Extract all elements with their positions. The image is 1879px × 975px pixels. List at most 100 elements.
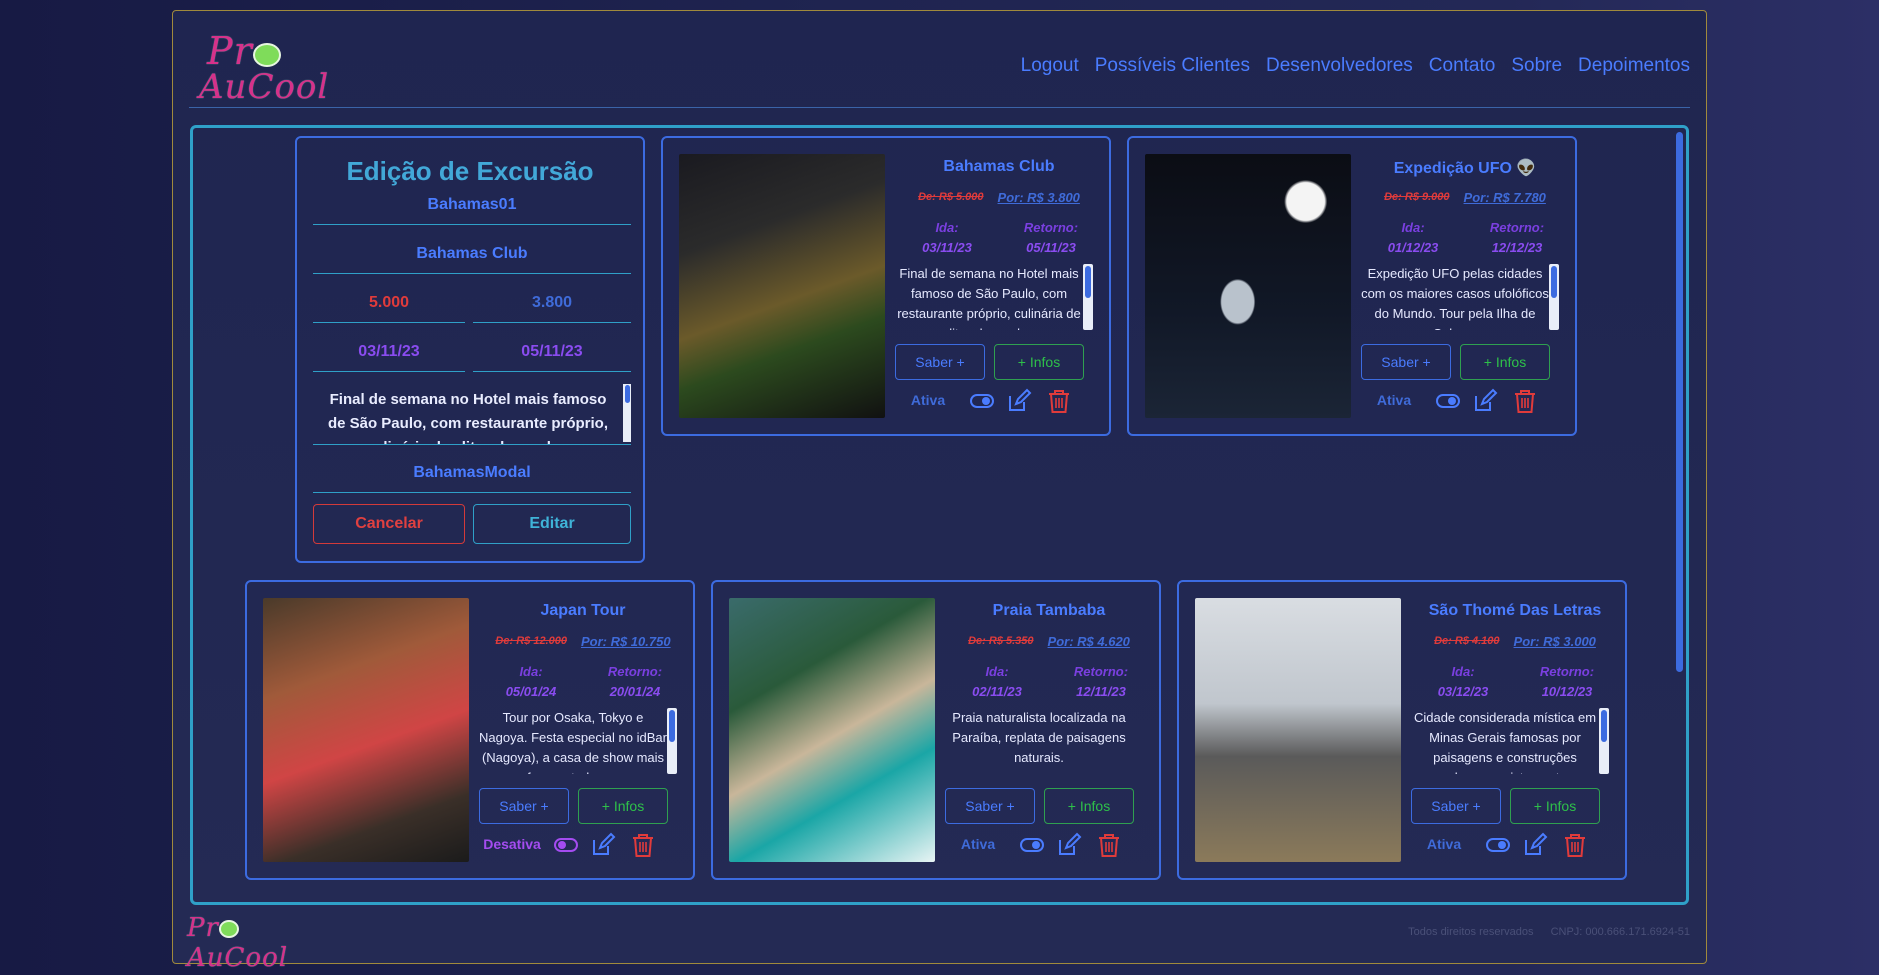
toggle-icon[interactable]	[1019, 832, 1045, 858]
nav-depoimentos[interactable]: Depoimentos	[1578, 55, 1690, 77]
edit-icon[interactable]	[1006, 388, 1032, 414]
status-label: Ativa	[910, 392, 946, 408]
footer-cnpj: CNPJ: 000.666.171.6924-51	[1550, 926, 1690, 938]
status-label: Ativa	[960, 836, 996, 852]
saber-mais-button[interactable]: Saber +	[1411, 788, 1501, 824]
new-price[interactable]: Por: R$ 4.620	[1048, 634, 1130, 649]
card-description: Final de semana no Hotel mais famoso de …	[897, 266, 1081, 330]
site-logo[interactable]: Pr AuCool	[197, 25, 328, 107]
trash-icon[interactable]	[1512, 388, 1538, 414]
main-nav: Logout Possíveis Clientes Desenvolvedore…	[1021, 55, 1690, 77]
card-title: Bahamas Club	[943, 158, 1055, 175]
mais-infos-button[interactable]: + Infos	[994, 344, 1084, 380]
new-price[interactable]: Por: R$ 7.780	[1464, 190, 1546, 205]
card-description: Cidade considerada mística em Minas Gera…	[1413, 710, 1597, 774]
description-text: Final de semana no Hotel mais famoso de …	[327, 391, 609, 444]
scroll-thumb[interactable]	[1085, 266, 1091, 298]
trash-icon[interactable]	[630, 832, 656, 858]
sign-photo	[1195, 598, 1401, 862]
card-prices: De: R$ 12.000 Por: R$ 10.750	[479, 634, 687, 649]
nav-sobre[interactable]: Sobre	[1511, 55, 1562, 77]
return-date: 12/11/23	[1076, 684, 1126, 699]
trash-icon[interactable]	[1562, 832, 1588, 858]
toggle-icon[interactable]	[969, 388, 995, 414]
toggle-icon[interactable]	[1435, 388, 1461, 414]
departure-date: 01/12/23	[1387, 240, 1439, 255]
mais-infos-button[interactable]: + Infos	[1510, 788, 1600, 824]
saber-mais-button[interactable]: Saber +	[479, 788, 569, 824]
card-dates: Ida: Retorno: 03/12/23 10/12/23	[1411, 662, 1619, 702]
status-label: Ativa	[1376, 392, 1412, 408]
card-description: Tour por Osaka, Tokyo e Nagoya. Festa es…	[479, 710, 667, 774]
toggle-icon[interactable]	[553, 832, 579, 858]
cancel-button[interactable]: Cancelar	[313, 504, 465, 544]
nav-desenvolvedores[interactable]: Desenvolvedores	[1266, 55, 1413, 77]
excursion-card-1: Bahamas Club De: R$ 5.000 Por: R$ 3.800 …	[661, 136, 1111, 436]
edit-icon[interactable]	[1056, 832, 1082, 858]
mais-infos-button[interactable]: + Infos	[578, 788, 668, 824]
card-dates: Ida: Retorno: 05/01/24 20/01/24	[479, 662, 687, 702]
old-price-field[interactable]: 5.000	[313, 294, 465, 323]
edit-excursion-form: Edição de Excursão Bahamas01 Bahamas Clu…	[295, 136, 645, 563]
modal-field[interactable]: BahamasModal	[313, 464, 631, 493]
old-price: De: R$ 5.350	[968, 635, 1034, 647]
old-price: De: R$ 5.000	[918, 191, 984, 203]
departure-label: Ida:	[1451, 664, 1475, 679]
scroll-thumb[interactable]	[669, 710, 675, 742]
footer-rights: Todos direitos reservados	[1408, 926, 1534, 938]
trash-icon[interactable]	[1096, 832, 1122, 858]
mais-infos-button[interactable]: + Infos	[1044, 788, 1134, 824]
description-scrollbar[interactable]	[623, 384, 631, 442]
departure-label: Ida:	[519, 664, 543, 679]
edit-icon[interactable]	[1522, 832, 1548, 858]
excursion-card-5: São Thomé Das Letras De: R$ 4.100 Por: R…	[1177, 580, 1627, 880]
name-field[interactable]: Bahamas Club	[313, 245, 631, 274]
saber-mais-button[interactable]: Saber +	[1361, 344, 1451, 380]
card-description: Praia naturalista localizada na Paraíba,…	[952, 710, 1126, 765]
description-textarea[interactable]: Final de semana no Hotel mais famoso de …	[313, 384, 631, 445]
departure-label: Ida:	[935, 220, 959, 235]
saber-mais-button[interactable]: Saber +	[895, 344, 985, 380]
beach-photo	[729, 598, 935, 862]
id-field[interactable]: Bahamas01	[313, 196, 631, 225]
edit-icon[interactable]	[1472, 388, 1498, 414]
return-date: 10/12/23	[1541, 684, 1593, 699]
return-label: Retorno:	[1023, 220, 1079, 235]
return-date: 20/01/24	[609, 684, 661, 699]
nav-logout[interactable]: Logout	[1021, 55, 1079, 77]
header-divider	[189, 107, 1690, 108]
footer-logo: PrAuCool	[187, 913, 289, 973]
toggle-icon[interactable]	[1485, 832, 1511, 858]
card-prices: De: R$ 5.000 Por: R$ 3.800	[895, 190, 1103, 205]
edit-button[interactable]: Editar	[473, 504, 631, 544]
panel-scrollbar[interactable]	[1676, 132, 1683, 672]
scroll-thumb[interactable]	[1601, 710, 1607, 742]
card-dates: Ida: Retorno: 01/12/23 12/12/23	[1361, 218, 1569, 258]
old-price: De: R$ 9.000	[1384, 191, 1450, 203]
excursion-card-4: Praia Tambaba De: R$ 5.350 Por: R$ 4.620…	[711, 580, 1161, 880]
new-price[interactable]: Por: R$ 3.000	[1514, 634, 1596, 649]
nav-contato[interactable]: Contato	[1429, 55, 1496, 77]
nav-possiveis-clientes[interactable]: Possíveis Clientes	[1095, 55, 1250, 77]
return-label: Retorno:	[607, 664, 663, 679]
new-price[interactable]: Por: R$ 10.750	[581, 634, 671, 649]
departure-date: 03/12/23	[1437, 684, 1489, 699]
edit-icon[interactable]	[590, 832, 616, 858]
old-price: De: R$ 12.000	[495, 635, 567, 647]
scroll-thumb[interactable]	[1551, 266, 1557, 298]
ufo-photo	[1145, 154, 1351, 418]
new-price-field[interactable]: 3.800	[473, 294, 631, 323]
card-title: São Thomé Das Letras	[1428, 602, 1602, 619]
card-prices: De: R$ 5.350 Por: R$ 4.620	[945, 634, 1153, 649]
card-title: Praia Tambaba	[992, 602, 1106, 619]
mais-infos-button[interactable]: + Infos	[1460, 344, 1550, 380]
return-label: Retorno:	[1489, 220, 1545, 235]
saber-mais-button[interactable]: Saber +	[945, 788, 1035, 824]
new-price[interactable]: Por: R$ 3.800	[998, 190, 1080, 205]
excursion-card-3: Japan Tour De: R$ 12.000 Por: R$ 10.750 …	[245, 580, 695, 880]
card-prices: De: R$ 9.000 Por: R$ 7.780	[1361, 190, 1569, 205]
departure-date: 02/11/23	[972, 684, 1022, 699]
departure-date-field[interactable]: 03/11/23	[313, 343, 465, 372]
return-date-field[interactable]: 05/11/23	[473, 343, 631, 372]
trash-icon[interactable]	[1046, 388, 1072, 414]
